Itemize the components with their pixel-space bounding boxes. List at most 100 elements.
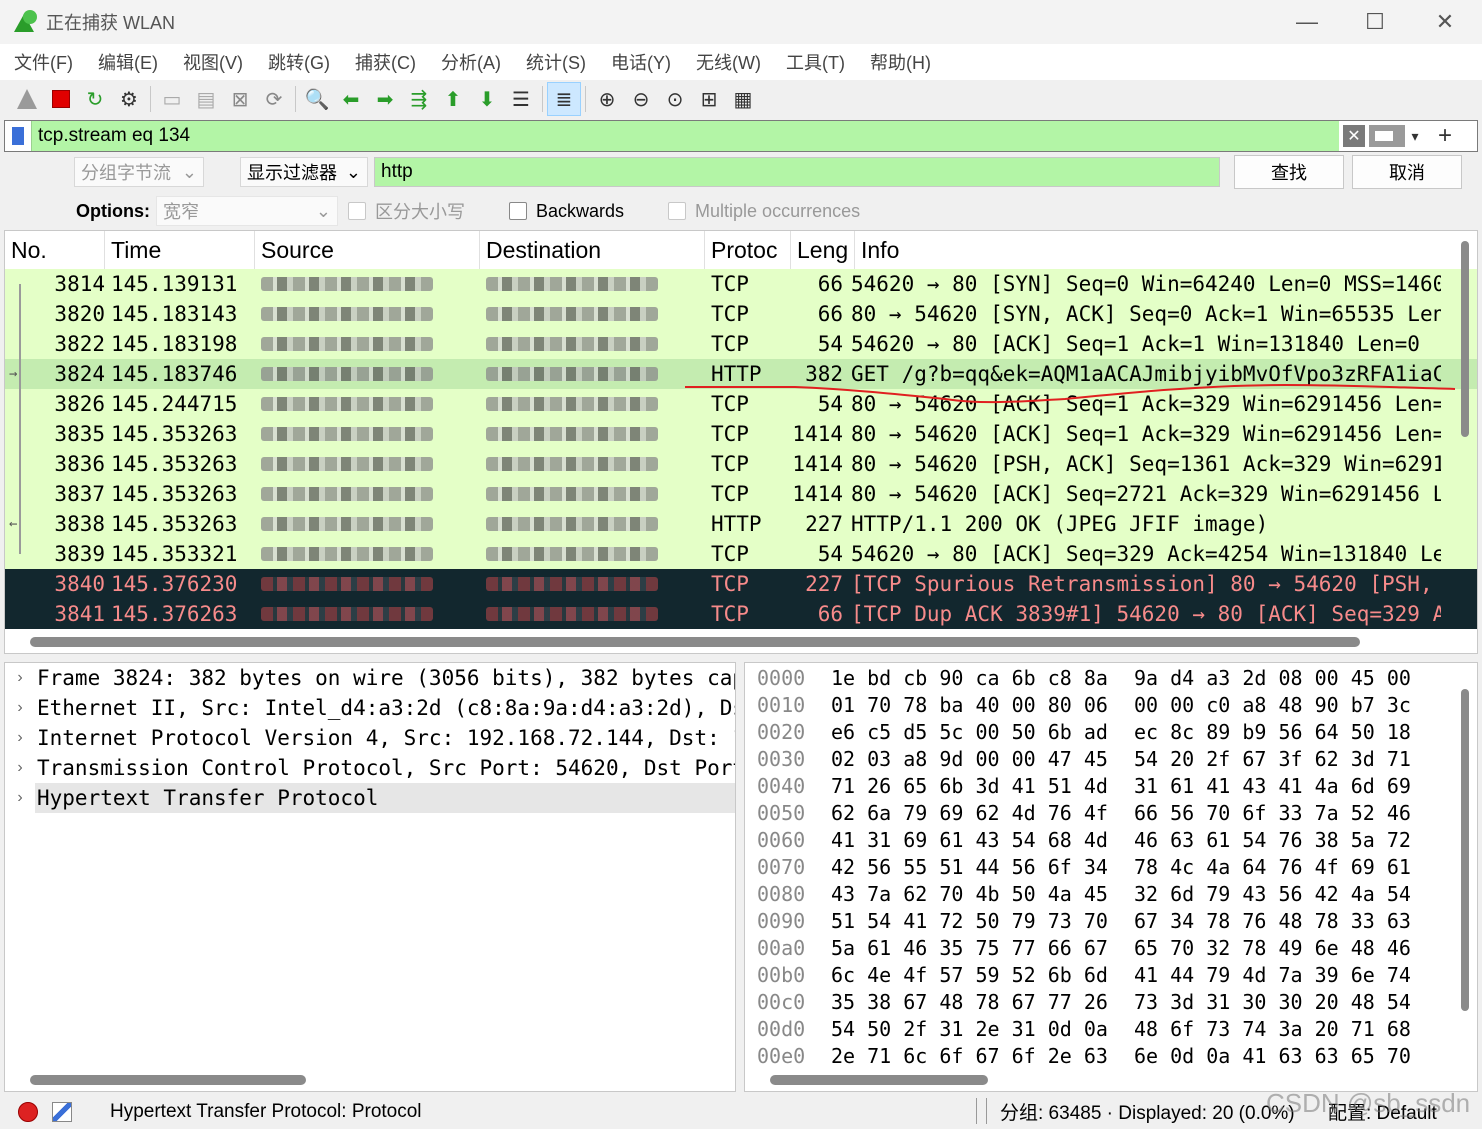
- colorize-icon[interactable]: ≣: [547, 82, 581, 116]
- search-type-select[interactable]: 显示过滤器 ⌄: [240, 157, 368, 187]
- go-forward-icon[interactable]: ➡: [368, 82, 402, 116]
- bytes-row[interactable]: 0080 43 7a 62 70 4b 50 4a 45 32 6d 79 43 5…: [745, 881, 1477, 908]
- close-file-icon[interactable]: ⊠: [223, 82, 257, 116]
- detail-row-tcp[interactable]: › Transmission Control Protocol, Src Port…: [5, 753, 735, 783]
- resize-columns-icon[interactable]: ⊞: [692, 82, 726, 116]
- minimize-button[interactable]: —: [1272, 0, 1342, 44]
- restart-capture-icon[interactable]: ↻: [78, 82, 112, 116]
- packet-row[interactable]: 3835 145.353263 TCP 1414 80 → 54620 [ACK] Se…: [5, 419, 1477, 449]
- find-button[interactable]: 查找: [1234, 155, 1344, 189]
- bytes-row[interactable]: 0010 01 70 78 ba 40 00 80 06 00 00 c0 a8 4…: [745, 692, 1477, 719]
- packet-row[interactable]: 3820 145.183143 TCP 66 80 → 54620 [SYN, ACK]…: [5, 299, 1477, 329]
- cancel-button[interactable]: 取消: [1352, 155, 1462, 189]
- bytes-row[interactable]: 0030 02 03 a8 9d 00 00 47 45 54 20 2f 67 3…: [745, 746, 1477, 773]
- bytes-row[interactable]: 0020 e6 c5 d5 5c 00 50 6b ad ec 8c 89 b9 5…: [745, 719, 1477, 746]
- zoom-out-icon[interactable]: ⊖: [624, 82, 658, 116]
- open-file-icon[interactable]: ▭: [155, 82, 189, 116]
- menu-capture[interactable]: 捕获(C): [355, 49, 416, 75]
- packet-list-hscroll[interactable]: [30, 637, 1360, 647]
- chevron-right-icon[interactable]: ›: [5, 789, 35, 807]
- menu-file[interactable]: 文件(F): [14, 49, 73, 75]
- case-sensitive-checkbox[interactable]: [348, 202, 366, 220]
- packet-row[interactable]: 3814 145.139131 TCP 66 54620 → 80 [SYN] Seq=…: [5, 269, 1477, 299]
- go-to-packet-icon[interactable]: ⇶: [402, 82, 436, 116]
- clear-filter-icon[interactable]: ✕: [1343, 125, 1365, 147]
- charset-select[interactable]: 宽窄 ⌄: [156, 196, 338, 226]
- expert-info-icon[interactable]: [18, 1101, 38, 1122]
- bytes-hscroll[interactable]: [770, 1075, 988, 1085]
- bytes-row[interactable]: 0050 62 6a 79 69 62 4d 76 4f 66 56 70 6f 3…: [745, 800, 1477, 827]
- packet-row[interactable]: 3822 145.183198 TCP 54 54620 → 80 [ACK] Seq=…: [5, 329, 1477, 359]
- layout-icon[interactable]: ▦: [726, 82, 760, 116]
- bytes-row[interactable]: 0090 51 54 41 72 50 79 73 70 67 34 78 76 4…: [745, 908, 1477, 935]
- column-info[interactable]: Info: [855, 231, 1445, 269]
- bytes-row[interactable]: 0070 42 56 55 51 44 56 6f 34 78 4c 4a 64 7…: [745, 854, 1477, 881]
- bytes-row[interactable]: 00d0 54 50 2f 31 2e 31 0d 0a 48 6f 73 74 3…: [745, 1016, 1477, 1043]
- capture-options-icon[interactable]: ⚙: [112, 82, 146, 116]
- menu-view[interactable]: 视图(V): [183, 49, 243, 75]
- chevron-right-icon[interactable]: ›: [5, 759, 35, 777]
- menu-telephony[interactable]: 电话(Y): [611, 49, 671, 75]
- reload-icon[interactable]: ⟳: [257, 82, 291, 116]
- packet-row[interactable]: 3836 145.353263 TCP 1414 80 → 54620 [PSH, AC…: [5, 449, 1477, 479]
- normal-size-icon[interactable]: ⊙: [658, 82, 692, 116]
- packet-row[interactable]: 3826 145.244715 TCP 54 80 → 54620 [ACK] Seq=…: [5, 389, 1477, 419]
- zoom-in-icon[interactable]: ⊕: [590, 82, 624, 116]
- save-file-icon[interactable]: ▤: [189, 82, 223, 116]
- stop-capture-icon[interactable]: [44, 82, 78, 116]
- bytes-row[interactable]: 0040 71 26 65 6b 3d 41 51 4d 31 61 41 43 4…: [745, 773, 1477, 800]
- chevron-right-icon[interactable]: ›: [5, 699, 35, 717]
- menu-go[interactable]: 跳转(G): [268, 49, 330, 75]
- packet-row[interactable]: 3837 145.353263 TCP 1414 80 → 54620 [ACK] Se…: [5, 479, 1477, 509]
- first-packet-icon[interactable]: ⬆: [436, 82, 470, 116]
- go-back-icon[interactable]: ⬅: [334, 82, 368, 116]
- packet-row[interactable]: → 3824 145.183746 HTTP 382 GET /g?b=qq&ek=AQM…: [5, 359, 1477, 389]
- detail-row-ipv4[interactable]: › Internet Protocol Version 4, Src: 192.1…: [5, 723, 735, 753]
- chevron-right-icon[interactable]: ›: [5, 669, 35, 687]
- packet-list-vscroll[interactable]: [1461, 241, 1469, 437]
- column-length[interactable]: Leng: [791, 231, 855, 269]
- last-packet-icon[interactable]: ⬇: [470, 82, 504, 116]
- bytes-row[interactable]: 00e0 2e 71 6c 6f 67 6f 2e 63 6e 0d 0a 41 6…: [745, 1043, 1477, 1070]
- menu-wireless[interactable]: 无线(W): [696, 49, 761, 75]
- packet-row[interactable]: 3839 145.353321 TCP 54 54620 → 80 [ACK] Seq=…: [5, 539, 1477, 569]
- bytes-row[interactable]: 0060 41 31 69 61 43 54 68 4d 46 63 61 54 7…: [745, 827, 1477, 854]
- details-hscroll[interactable]: [30, 1075, 306, 1085]
- bookmark-icon[interactable]: [5, 121, 31, 151]
- column-destination[interactable]: Destination: [480, 231, 705, 269]
- packet-row[interactable]: 3840 145.376230 TCP 227 [TCP Spurious Retran…: [5, 569, 1477, 599]
- column-no[interactable]: No.: [5, 231, 105, 269]
- apply-filter-icon[interactable]: [1369, 125, 1405, 147]
- detail-row-frame[interactable]: › Frame 3824: 382 bytes on wire (3056 bit…: [5, 663, 735, 693]
- maximize-button[interactable]: ☐: [1340, 0, 1410, 44]
- column-protocol[interactable]: Protoc: [705, 231, 791, 269]
- profile-label[interactable]: 配置: Default: [1328, 1098, 1437, 1125]
- bytes-vscroll[interactable]: [1461, 689, 1469, 1011]
- search-in-select[interactable]: 分组字节流 ⌄: [74, 157, 204, 187]
- detail-row-http[interactable]: › Hypertext Transfer Protocol: [5, 783, 735, 813]
- detail-row-ethernet[interactable]: › Ethernet II, Src: Intel_d4:a3:2d (c8:8a…: [5, 693, 735, 723]
- column-time[interactable]: Time: [105, 231, 255, 269]
- bytes-row[interactable]: 0000 1e bd cb 90 ca 6b c8 8a 9a d4 a3 2d 0…: [745, 665, 1477, 692]
- column-source[interactable]: Source: [255, 231, 480, 269]
- menu-edit[interactable]: 编辑(E): [98, 49, 158, 75]
- menu-statistics[interactable]: 统计(S): [526, 49, 586, 75]
- add-filter-button[interactable]: +: [1431, 122, 1459, 150]
- auto-scroll-icon[interactable]: ☰: [504, 82, 538, 116]
- backwards-checkbox[interactable]: [509, 202, 527, 220]
- multiple-occurrences-checkbox[interactable]: [668, 202, 687, 220]
- chevron-right-icon[interactable]: ›: [5, 729, 35, 747]
- bytes-row[interactable]: 00b0 6c 4e 4f 57 59 52 6b 6d 41 44 79 4d 7…: [745, 962, 1477, 989]
- close-button[interactable]: ✕: [1410, 0, 1480, 44]
- find-input[interactable]: http: [374, 157, 1220, 187]
- menu-tools[interactable]: 工具(T): [786, 49, 845, 75]
- chevron-down-icon[interactable]: ▾: [1405, 128, 1425, 145]
- bytes-row[interactable]: 00c0 35 38 67 48 78 67 77 26 73 3d 31 30 3…: [745, 989, 1477, 1016]
- bytes-row[interactable]: 00a0 5a 61 46 35 75 77 66 67 65 70 32 78 4…: [745, 935, 1477, 962]
- edit-comment-icon[interactable]: [52, 1101, 72, 1122]
- shark-fin-icon[interactable]: [10, 82, 44, 116]
- display-filter-input[interactable]: tcp.stream eq 134: [31, 121, 1339, 151]
- menu-analyze[interactable]: 分析(A): [441, 49, 501, 75]
- packet-row[interactable]: 3841 145.376263 TCP 66 [TCP Dup ACK 3839#1] …: [5, 599, 1477, 629]
- packet-row[interactable]: ← 3838 145.353263 HTTP 227 HTTP/1.1 200 OK (J…: [5, 509, 1477, 539]
